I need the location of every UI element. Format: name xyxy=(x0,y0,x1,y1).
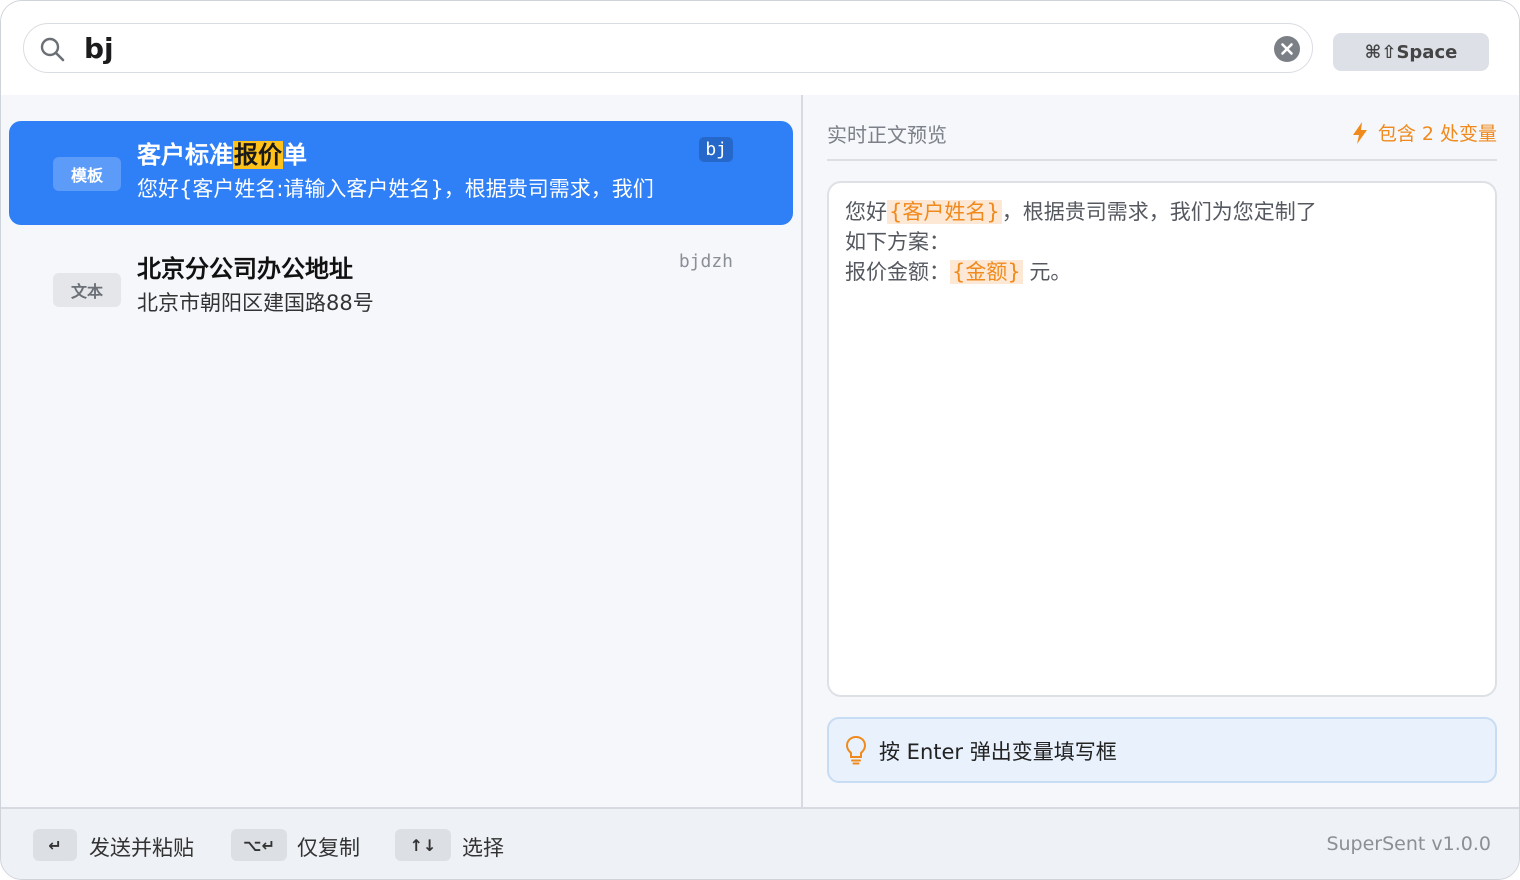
preview-label: 实时正文预览 xyxy=(827,123,947,147)
result-item-selected[interactable]: 模板 客户标准报价单 您好{客户姓名:请输入客户姓名}，根据贵司需求，我们 bj xyxy=(9,121,793,225)
preview-text: 报价金额： xyxy=(845,260,950,284)
preview-header: 实时正文预览 包含 2 处变量 xyxy=(827,119,1497,161)
arrow-keys-icon: ↑↓ xyxy=(395,829,451,861)
preview-text: 元。 xyxy=(1022,260,1072,284)
version-label: SuperSent v1.0.0 xyxy=(1326,833,1491,855)
lightbulb-icon xyxy=(845,735,867,765)
clear-search-icon[interactable] xyxy=(1274,36,1300,62)
variable-chip: {金额} xyxy=(950,260,1023,284)
tip-text: 按 Enter 弹出变量填写框 xyxy=(879,740,1117,764)
preview-text: ，根据贵司需求，我们为您定制了 xyxy=(1001,200,1317,224)
results-list: 模板 客户标准报价单 您好{客户姓名:请输入客户姓名}，根据贵司需求，我们 bj… xyxy=(1,95,801,807)
hint-label: 发送并粘贴 xyxy=(89,836,194,860)
tip-banner: 按 Enter 弹出变量填写框 xyxy=(827,717,1497,783)
enter-key-icon: ↵ xyxy=(33,829,77,861)
title-text: 客户标准 xyxy=(137,141,233,169)
preview-pane: 实时正文预览 包含 2 处变量 您好{客户姓名}，根据贵司需求，我们为您定制了 … xyxy=(803,95,1519,807)
search-bar-area: ⌘⇧Space xyxy=(1,1,1519,95)
preview-line: 您好{客户姓名}，根据贵司需求，我们为您定制了 xyxy=(845,197,1479,227)
launcher-window: ⌘⇧Space 模板 客户标准报价单 您好{客户姓名:请输入客户姓名}，根据贵司… xyxy=(0,0,1520,880)
result-title: 客户标准报价单 xyxy=(137,135,307,170)
result-title: 北京分公司办公地址 xyxy=(137,249,353,284)
type-badge: 文本 xyxy=(53,273,121,307)
preview-text: 您好 xyxy=(845,200,887,224)
match-highlight: 报价 xyxy=(233,141,283,169)
hint-label: 仅复制 xyxy=(297,836,360,860)
variable-count: 包含 2 处变量 xyxy=(1352,119,1497,146)
result-item[interactable]: 文本 北京分公司办公地址 北京市朝阳区建国路88号 bjdzh xyxy=(9,235,793,339)
preview-line: 报价金额：{金额} 元。 xyxy=(845,257,1479,287)
title-text: 单 xyxy=(283,141,307,169)
result-snippet: 北京市朝阳区建国路88号 xyxy=(137,291,374,315)
hint-label: 选择 xyxy=(462,836,504,860)
variable-count-text: 包含 2 处变量 xyxy=(1377,123,1497,145)
keyword-tag: bjdzh xyxy=(678,251,733,272)
keyword-tag: bj xyxy=(699,137,733,162)
search-icon xyxy=(40,37,65,62)
preview-line: 如下方案： xyxy=(845,230,950,254)
footer-bar: ↵ 发送并粘贴 ⌥↵ 仅复制 ↑↓ 选择 SuperSent v1.0.0 xyxy=(1,807,1519,879)
lightning-icon xyxy=(1352,122,1367,144)
variable-chip: {客户姓名} xyxy=(887,200,1002,224)
type-badge: 模板 xyxy=(53,157,121,191)
search-input[interactable] xyxy=(84,29,1264,67)
result-snippet: 您好{客户姓名:请输入客户姓名}，根据贵司需求，我们 xyxy=(137,177,654,201)
search-box[interactable] xyxy=(23,23,1313,73)
hotkey-button[interactable]: ⌘⇧Space xyxy=(1333,33,1489,71)
option-enter-key-icon: ⌥↵ xyxy=(231,829,287,861)
preview-text-area[interactable]: 您好{客户姓名}，根据贵司需求，我们为您定制了 如下方案： 报价金额：{金额} … xyxy=(827,181,1497,697)
title-text: 北京分公司办公地址 xyxy=(137,255,353,283)
